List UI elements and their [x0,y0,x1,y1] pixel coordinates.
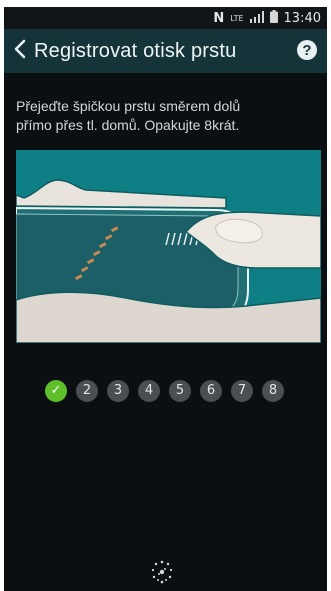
signal-icon [249,10,264,27]
help-icon[interactable]: ? [297,40,317,60]
progress-step-6: 6 [200,380,222,402]
progress-step-4: 4 [138,380,160,402]
battery-icon [269,10,278,27]
lte-label: LTE [230,13,244,23]
fingerprint-sensor-icon [148,558,176,586]
progress-step-8: 8 [262,380,284,402]
phone-screen: N LTE 13:40 Registrovat otisk prstu ? Př… [4,7,327,591]
progress-step-5: 5 [169,380,191,402]
status-time: 13:40 [283,11,321,26]
instruction-line-1: Přejeďte špičkou prstu směrem dolů [16,98,241,114]
page-title: Registrovat otisk prstu [34,40,237,62]
progress-steps: ✓ 2 3 4 5 6 7 8 [45,380,284,402]
instruction-line-2: přímo přes tl. domů. Opakujte 8krát. [16,117,240,133]
progress-step-7: 7 [231,380,253,402]
progress-step-2: 2 [76,380,98,402]
lte-icon: LTE [230,13,244,23]
app-bar: Registrovat otisk prstu ? [4,29,327,73]
help-glyph: ? [302,41,312,59]
fingerprint-swipe-illustration [16,150,321,343]
chevron-left-icon[interactable] [10,38,30,64]
nfc-icon: N [213,11,225,26]
progress-step-1: ✓ [45,380,67,402]
progress-step-3: 3 [107,380,129,402]
instruction-text: Přejeďte špičkou prstu směrem dolů přímo… [16,97,320,135]
status-bar: N LTE 13:40 [4,7,327,29]
